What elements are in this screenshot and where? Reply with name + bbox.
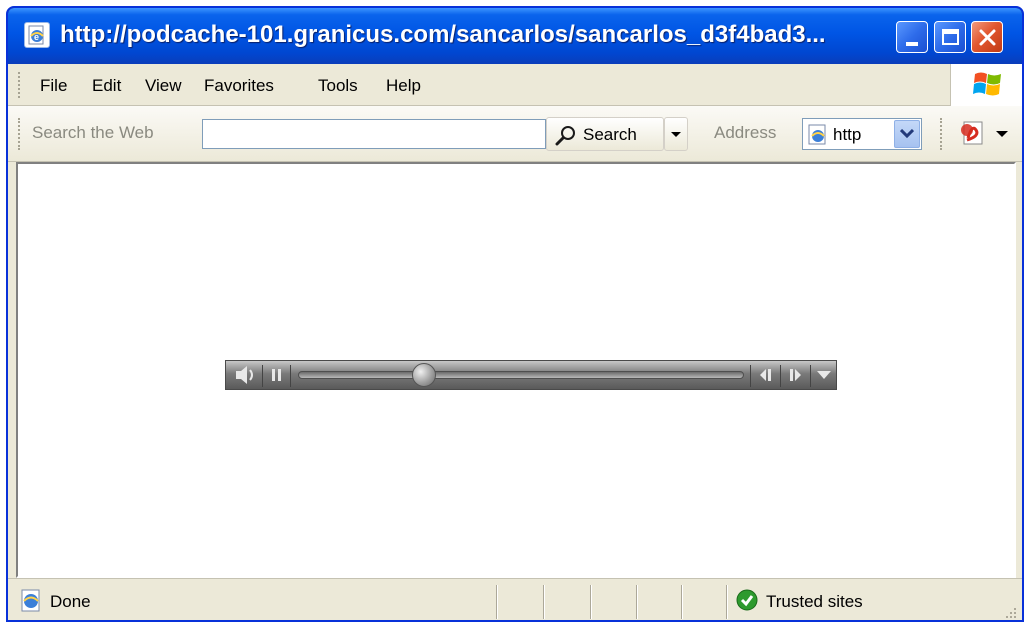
media-player-bar bbox=[225, 360, 837, 390]
page-content bbox=[16, 162, 1016, 578]
search-options-dropdown[interactable] bbox=[664, 117, 688, 151]
window-title: http://podcache-101.granicus.com/sancarl… bbox=[60, 21, 826, 48]
dropdown-triangle-icon[interactable] bbox=[812, 361, 836, 389]
menu-bar: File Edit View Favorites Tools Help bbox=[8, 64, 1022, 106]
minimize-button[interactable] bbox=[896, 21, 928, 53]
chevron-down-icon bbox=[900, 129, 914, 139]
seek-thumb[interactable] bbox=[412, 363, 436, 387]
address-value: http bbox=[833, 125, 862, 144]
search-input[interactable] bbox=[202, 119, 546, 149]
status-divider bbox=[496, 585, 498, 619]
address-field[interactable]: http bbox=[802, 118, 922, 150]
status-divider bbox=[590, 585, 592, 619]
ie-page-icon: e bbox=[24, 22, 50, 48]
toolbar-grip[interactable] bbox=[18, 118, 21, 150]
menu-favorites[interactable]: Favorites bbox=[204, 76, 274, 96]
maximize-icon bbox=[942, 29, 959, 45]
forward-icon[interactable] bbox=[782, 361, 810, 389]
seek-slider[interactable] bbox=[298, 363, 744, 387]
menu-view[interactable]: View bbox=[145, 76, 182, 96]
toolbar-grip-2[interactable] bbox=[940, 118, 943, 150]
windows-logo bbox=[950, 64, 1022, 106]
windows-flag-icon bbox=[973, 72, 1001, 96]
search-label: Search the Web bbox=[32, 123, 154, 142]
status-divider bbox=[726, 585, 728, 619]
status-divider bbox=[543, 585, 545, 619]
search-button-label: Search bbox=[583, 125, 637, 144]
pdf-icon bbox=[961, 121, 1008, 145]
menu-edit[interactable]: Edit bbox=[92, 76, 121, 96]
pdf-button[interactable] bbox=[954, 118, 1018, 150]
status-divider bbox=[681, 585, 683, 619]
rewind-icon[interactable] bbox=[752, 361, 780, 389]
menu-file[interactable]: File bbox=[40, 76, 67, 96]
check-circle-icon bbox=[736, 589, 758, 611]
search-toolbar: Search the Web Search Address http bbox=[8, 106, 1022, 162]
address-dropdown-button[interactable] bbox=[894, 120, 920, 148]
player-divider bbox=[262, 365, 263, 387]
close-icon bbox=[979, 29, 996, 46]
browser-window: e http://podcache-101.granicus.com/sanca… bbox=[6, 6, 1024, 622]
chevron-down-icon bbox=[671, 132, 681, 137]
player-divider bbox=[810, 365, 811, 387]
svg-text:e: e bbox=[34, 32, 39, 42]
search-button[interactable]: Search bbox=[546, 117, 664, 151]
security-zone: Trusted sites bbox=[766, 592, 863, 611]
close-button[interactable] bbox=[971, 21, 1003, 53]
speaker-icon[interactable] bbox=[232, 361, 262, 389]
ie-page-icon bbox=[21, 589, 40, 612]
window-frame-left bbox=[8, 162, 16, 578]
pause-icon[interactable] bbox=[264, 361, 290, 389]
menu-grip[interactable] bbox=[18, 72, 21, 98]
resize-grip-icon[interactable] bbox=[1002, 604, 1018, 620]
menu-tools[interactable]: Tools bbox=[318, 76, 358, 96]
player-divider bbox=[290, 365, 291, 387]
status-divider bbox=[636, 585, 638, 619]
minimize-icon bbox=[906, 42, 918, 46]
maximize-button[interactable] bbox=[934, 21, 966, 53]
menu-help[interactable]: Help bbox=[386, 76, 421, 96]
player-divider bbox=[750, 365, 751, 387]
address-label: Address bbox=[714, 123, 777, 142]
status-bar: Done Trusted sites bbox=[8, 578, 1022, 620]
ie-page-icon bbox=[808, 124, 826, 145]
title-bar[interactable]: e http://podcache-101.granicus.com/sanca… bbox=[8, 8, 1022, 64]
magnifier-icon bbox=[555, 126, 575, 146]
status-text: Done bbox=[50, 592, 91, 611]
player-divider bbox=[780, 365, 781, 387]
